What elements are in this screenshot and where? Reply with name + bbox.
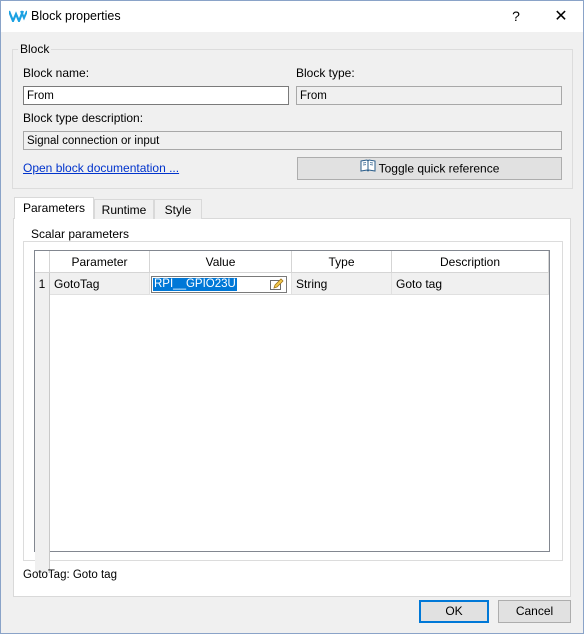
status-text: GotoTag: Goto tag bbox=[23, 569, 117, 581]
column-header-value[interactable]: Value bbox=[150, 251, 292, 273]
block-type-label: Block type: bbox=[296, 66, 355, 80]
edit-pencil-icon[interactable] bbox=[270, 278, 284, 291]
toggle-quick-reference-button[interactable]: Toggle quick reference bbox=[297, 157, 562, 180]
title-bar: Block properties ? ✕ bbox=[1, 1, 583, 32]
parameter-cell[interactable]: GotoTag bbox=[50, 273, 150, 295]
description-cell[interactable]: Goto tag bbox=[392, 273, 549, 295]
column-header-parameter[interactable]: Parameter bbox=[50, 251, 150, 273]
open-documentation-link[interactable]: Open block documentation ... bbox=[23, 161, 179, 175]
tab-runtime[interactable]: Runtime bbox=[94, 199, 154, 219]
book-icon bbox=[360, 158, 376, 179]
block-properties-dialog: Block properties ? ✕ Block Block name: F… bbox=[0, 0, 584, 634]
tab-parameters[interactable]: Parameters bbox=[14, 197, 94, 219]
column-header-type[interactable]: Type bbox=[292, 251, 392, 273]
app-logo-icon bbox=[7, 10, 28, 24]
cancel-button[interactable]: Cancel bbox=[498, 600, 571, 623]
tab-style[interactable]: Style bbox=[154, 199, 202, 219]
toggle-quick-reference-label: Toggle quick reference bbox=[378, 161, 500, 176]
value-editor-input[interactable]: RPI__GPIO23U bbox=[151, 276, 287, 293]
type-cell[interactable]: String bbox=[292, 273, 392, 295]
row-number[interactable]: 1 bbox=[35, 273, 49, 295]
block-name-input[interactable]: From bbox=[23, 86, 289, 105]
scalar-parameters-title: Scalar parameters bbox=[29, 227, 132, 241]
parameters-table: Parameter Value Type Description 1 GotoT… bbox=[34, 250, 550, 573]
block-type-field: From bbox=[296, 86, 562, 105]
help-button[interactable]: ? bbox=[501, 1, 531, 32]
row-header-corner bbox=[35, 251, 50, 273]
block-type-description-label: Block type description: bbox=[23, 111, 144, 125]
window-title: Block properties bbox=[31, 9, 121, 23]
block-type-description-field: Signal connection or input bbox=[23, 131, 562, 150]
row-number-column: 1 bbox=[35, 273, 50, 573]
value-editor-text: RPI__GPIO23U bbox=[153, 278, 237, 291]
column-header-description[interactable]: Description bbox=[392, 251, 549, 273]
block-group-title: Block bbox=[18, 42, 52, 56]
close-button[interactable]: ✕ bbox=[541, 1, 581, 32]
ok-button[interactable]: OK bbox=[419, 600, 489, 623]
block-name-label: Block name: bbox=[23, 66, 90, 80]
